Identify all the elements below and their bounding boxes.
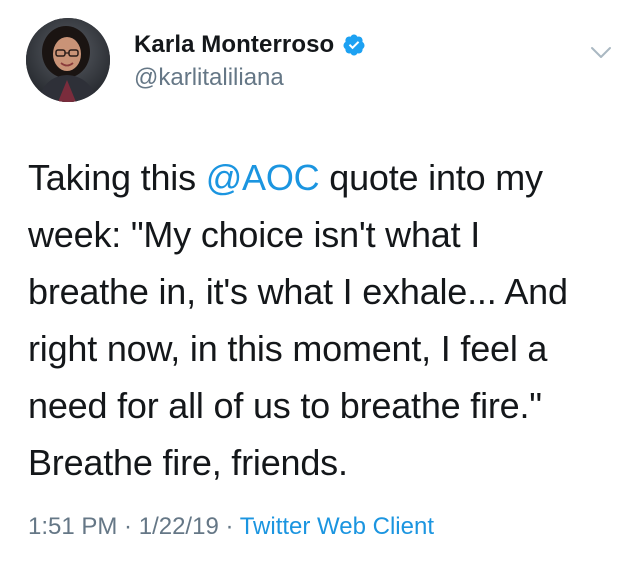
tweet-header: Karla Monterroso @karlitaliliana <box>26 18 616 118</box>
tweet-metadata: 1:51 PM · 1/22/19 · Twitter Web Client <box>28 512 434 542</box>
tweet-card: Karla Monterroso @karlitaliliana Taking … <box>0 0 640 567</box>
chevron-down-icon[interactable] <box>590 46 612 60</box>
tweet-date[interactable]: 1/22/19 <box>139 513 219 540</box>
meta-separator: · <box>117 513 139 540</box>
meta-separator: · <box>218 513 240 540</box>
tweet-text: Taking this @AOC quote into my week: "My… <box>28 149 598 491</box>
name-row: Karla Monterroso <box>134 30 366 60</box>
tweet-text-before: Taking this <box>28 157 206 198</box>
author-display-name[interactable]: Karla Monterroso <box>134 30 334 60</box>
mention-link[interactable]: @AOC <box>206 157 320 198</box>
author-identity: Karla Monterroso @karlitaliliana <box>134 30 366 93</box>
tweet-text-after: quote into my week: "My choice isn't wha… <box>28 157 568 483</box>
verified-badge-icon <box>342 33 366 57</box>
client-link[interactable]: Twitter Web Client <box>240 513 434 540</box>
author-handle[interactable]: @karlitaliliana <box>134 63 366 93</box>
avatar[interactable] <box>26 18 110 102</box>
tweet-time[interactable]: 1:51 PM <box>28 513 117 540</box>
profile-photo-icon <box>26 18 110 102</box>
